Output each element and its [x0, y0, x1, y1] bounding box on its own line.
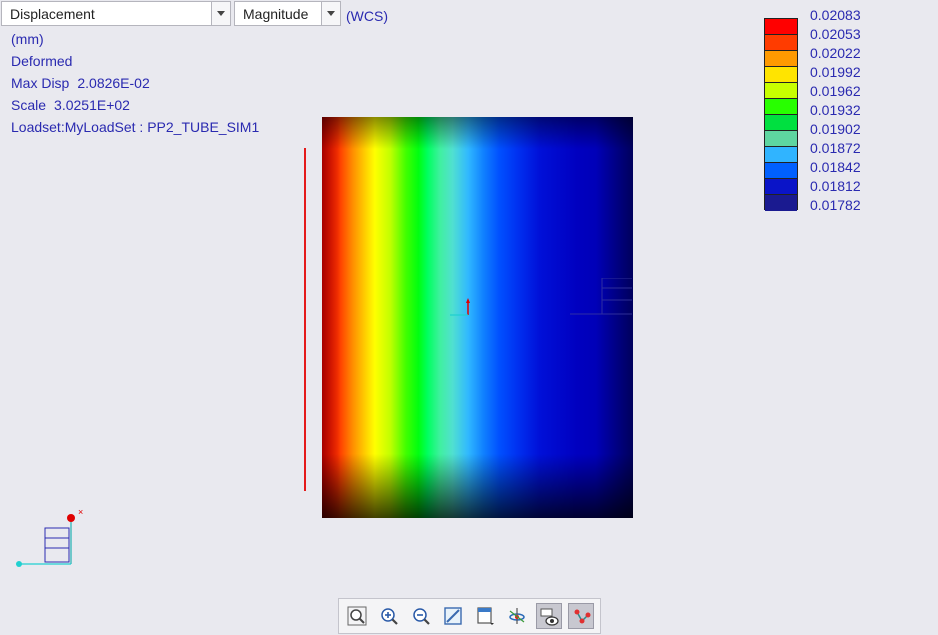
legend-band [765, 163, 797, 179]
legend-label: 0.01932 [810, 102, 861, 118]
legend-band [765, 51, 797, 67]
chevron-down-icon[interactable] [211, 2, 230, 25]
display-style-icon [540, 608, 559, 626]
legend-band [765, 147, 797, 163]
refit-button[interactable] [344, 603, 370, 629]
max-disp-label: Max Disp [11, 75, 70, 91]
legend-label: 0.01992 [810, 64, 861, 80]
legend-label: 0.02053 [810, 26, 861, 42]
scale-line: Scale 3.0251E+02 [11, 97, 130, 113]
result-type-dropdown[interactable]: Displacement [1, 1, 231, 26]
view-toolbar [338, 598, 601, 634]
legend-label: 0.01872 [810, 140, 861, 156]
refit-icon [347, 606, 367, 626]
legend-band [765, 67, 797, 83]
datum-display-button[interactable] [568, 603, 594, 629]
zoom-in-icon [381, 608, 398, 625]
display-style-button[interactable] [536, 603, 562, 629]
legend-label: 0.01782 [810, 197, 861, 213]
legend-label: 0.02022 [810, 45, 861, 61]
component-value: Magnitude [243, 6, 309, 22]
spin-center-icon [509, 608, 525, 624]
repaint-button[interactable] [440, 603, 466, 629]
max-disp-value: 2.0826E-02 [77, 75, 150, 91]
color-legend-bar [764, 18, 798, 211]
saved-orientations-icon [477, 607, 494, 625]
legend-band [765, 83, 797, 99]
component-dropdown[interactable]: Magnitude [234, 1, 341, 26]
zoom-in-button[interactable] [376, 603, 402, 629]
units-label: (mm) [11, 31, 44, 47]
scale-label: Scale [11, 97, 47, 113]
zoom-out-icon [413, 608, 430, 625]
zoom-out-button[interactable] [408, 603, 434, 629]
chevron-down-icon[interactable] [321, 2, 340, 25]
legend-band [765, 115, 797, 131]
legend-band [765, 99, 797, 115]
max-disp-line: Max Disp 2.0826E-02 [11, 75, 150, 91]
coordinate-triad-icon: × [16, 507, 83, 567]
legend-label: 0.01962 [810, 83, 861, 99]
legend-band [765, 19, 797, 35]
repaint-icon [444, 607, 462, 625]
result-viewport[interactable]: Displacement Magnitude (WCS) (mm) Deform… [0, 0, 938, 635]
legend-label: 0.01812 [810, 178, 861, 194]
legend-label: 0.01842 [810, 159, 861, 175]
legend-band [765, 131, 797, 147]
legend-band [765, 195, 797, 211]
legend-label: 0.01902 [810, 121, 861, 137]
fringe-shading-side [322, 117, 633, 518]
legend-band [765, 35, 797, 51]
saved-orientations-button[interactable] [472, 603, 498, 629]
undeformed-outline [304, 148, 307, 491]
spin-center-button[interactable] [504, 603, 530, 629]
loadset-label: Loadset:MyLoadSet : PP2_TUBE_SIM1 [11, 119, 260, 135]
legend-band [765, 179, 797, 195]
mesh-lines [570, 278, 632, 315]
svg-text:×: × [78, 507, 83, 517]
legend-label: 0.02083 [810, 7, 861, 23]
origin-marker-icon [450, 298, 470, 316]
displacement-fringe-plot[interactable] [322, 117, 633, 518]
mode-label: Deformed [11, 53, 73, 69]
result-type-value: Displacement [10, 6, 95, 22]
coordinate-system-label: (WCS) [346, 8, 388, 24]
datum-display-icon [574, 609, 591, 624]
scale-value: 3.0251E+02 [54, 97, 130, 113]
